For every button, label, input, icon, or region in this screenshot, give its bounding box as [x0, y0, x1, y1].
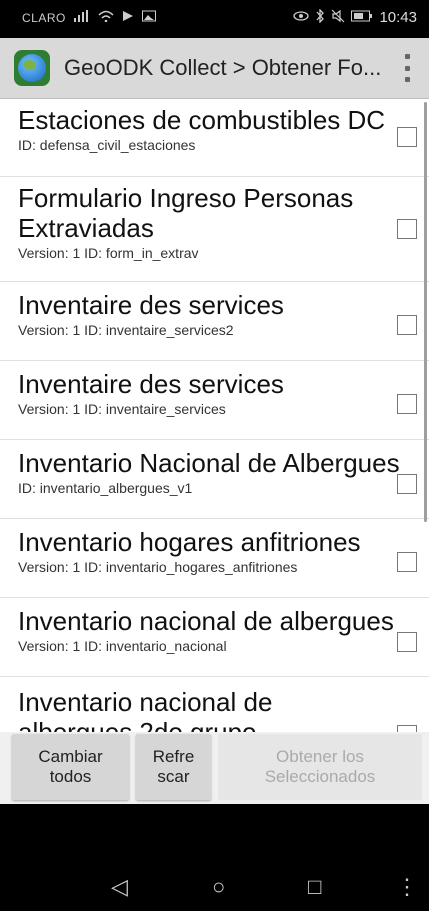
wifi-icon [98, 10, 114, 25]
home-icon[interactable]: ○ [212, 874, 225, 900]
form-id: Version: 1 ID: inventaire_services [18, 401, 226, 417]
geoodk-logo-icon [14, 50, 50, 86]
list-item[interactable]: Inventario nacional de albergues Version… [0, 598, 429, 677]
back-icon[interactable]: ◁ [111, 874, 128, 900]
page-title: GeoODK Collect > Obtener Fo... [64, 55, 382, 80]
carrier-label: CLARO [22, 10, 66, 25]
bluetooth-icon [315, 8, 325, 26]
form-id: ID: defensa_civil_estaciones [18, 137, 196, 153]
recents-icon[interactable]: □ [308, 874, 321, 900]
list-item[interactable]: Formulario Ingreso Personas Extraviadas … [0, 177, 429, 282]
form-id: Version: 1 ID: form_in_extrav [18, 245, 199, 261]
form-name: Inventario hogares anfitriones [18, 527, 361, 557]
battery-icon [351, 10, 373, 25]
form-list: Estaciones de combustibles DC ID: defens… [0, 99, 429, 732]
form-checkbox[interactable] [397, 219, 417, 239]
scrollbar[interactable] [424, 102, 427, 522]
form-id: Version: 1 ID: inventario_nacional [18, 638, 227, 654]
overflow-menu-icon[interactable] [403, 54, 411, 82]
mute-icon [331, 9, 345, 26]
form-id: ID: inventario_albergues_v1 [18, 480, 193, 496]
form-name: Inventario nacional de albergues [18, 606, 394, 636]
form-name: Inventario Nacional de Albergues [18, 448, 400, 478]
form-name: Inventaire des services [18, 290, 284, 320]
more-icon[interactable]: ⋮ [396, 874, 418, 900]
get-selected-button[interactable]: Obtener los Seleccionados [218, 734, 422, 800]
clock: 10:43 [379, 9, 417, 26]
status-bar: CLARO 10:43 [0, 0, 429, 38]
form-name: Inventaire des services [18, 369, 284, 399]
image-icon [141, 10, 156, 25]
list-item[interactable]: Inventario Nacional de Albergues ID: inv… [0, 440, 429, 519]
form-name: Inventario nacional de albergues 2do gru… [18, 687, 273, 732]
list-item[interactable]: Inventario nacional de albergues 2do gru… [0, 677, 429, 732]
button-bar: Cambiar todos Refre scar Obtener los Sel… [0, 732, 429, 804]
form-checkbox[interactable] [397, 632, 417, 652]
form-name: Formulario Ingreso Personas Extraviadas [18, 183, 354, 243]
form-checkbox[interactable] [397, 474, 417, 494]
list-item[interactable]: Inventaire des services Version: 1 ID: i… [0, 361, 429, 440]
list-item[interactable]: Inventario hogares anfitriones Version: … [0, 519, 429, 598]
signal-icon [73, 10, 90, 25]
form-checkbox[interactable] [397, 127, 417, 147]
play-icon [122, 10, 134, 25]
system-nav-bar: ◁ ○ □ ⋮ [0, 804, 429, 911]
toggle-all-button[interactable]: Cambiar todos [12, 734, 129, 800]
eye-icon [293, 10, 310, 25]
form-id: Version: 1 ID: inventaire_services2 [18, 322, 234, 338]
form-name: Estaciones de combustibles DC [18, 105, 386, 135]
form-id: Version: 1 ID: inventario_hogares_anfitr… [18, 559, 298, 575]
form-checkbox[interactable] [397, 315, 417, 335]
form-checkbox[interactable] [397, 394, 417, 414]
app-bar: GeoODK Collect > Obtener Fo... [0, 38, 429, 99]
list-item[interactable]: Inventaire des services Version: 1 ID: i… [0, 282, 429, 361]
refresh-button[interactable]: Refre scar [136, 734, 211, 800]
form-checkbox[interactable] [397, 552, 417, 572]
form-checkbox[interactable] [397, 725, 417, 732]
list-item[interactable]: Estaciones de combustibles DC ID: defens… [0, 99, 429, 177]
